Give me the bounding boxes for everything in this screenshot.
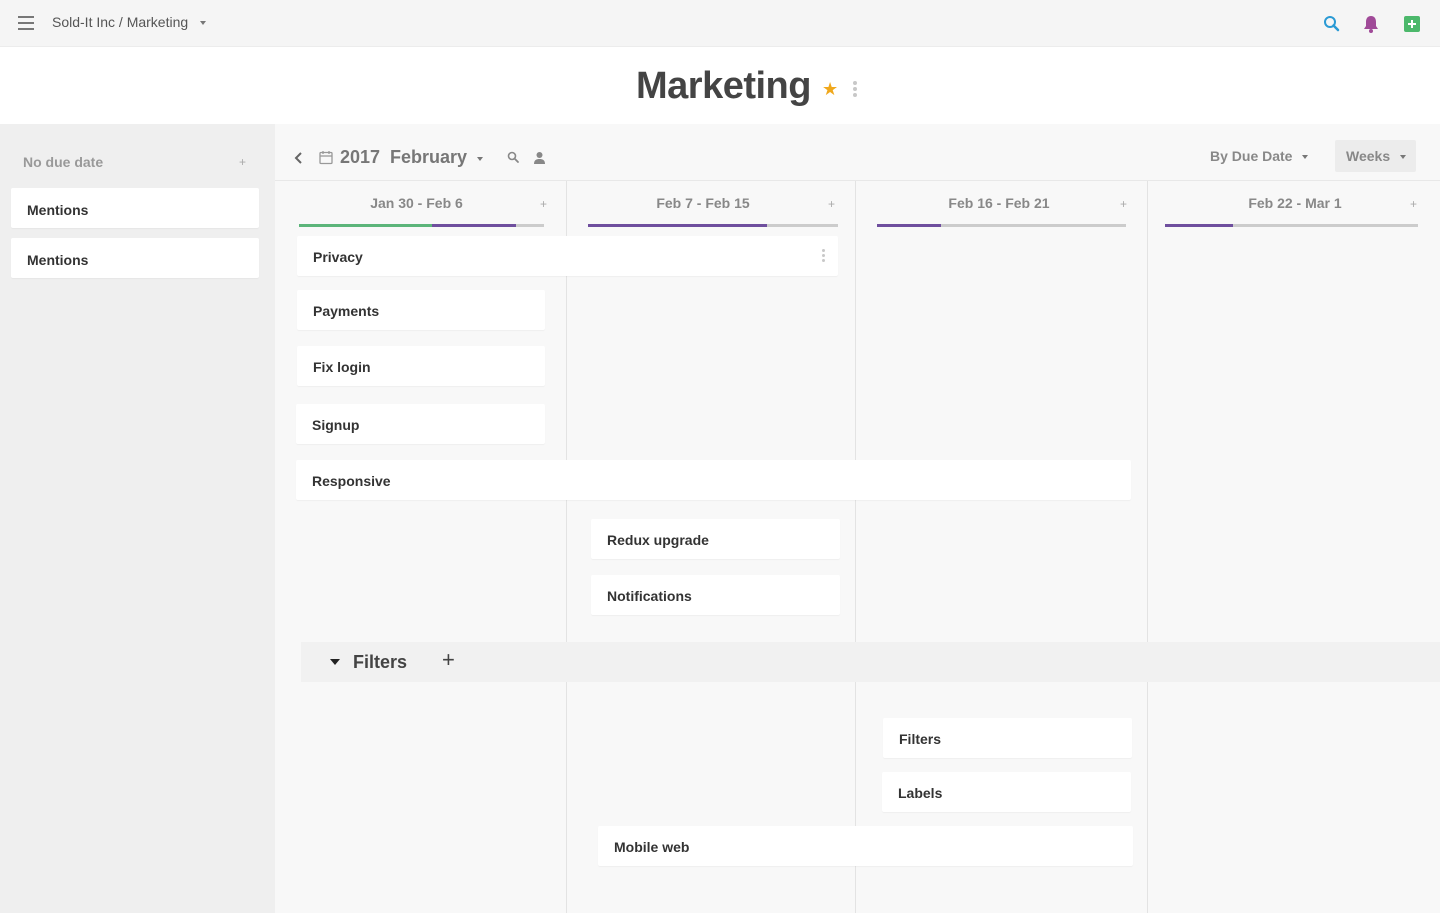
- more-options-icon[interactable]: [822, 249, 826, 265]
- add-card-icon[interactable]: +: [1120, 198, 1127, 210]
- top-bar: Sold-It Inc / Marketing: [0, 0, 1440, 47]
- search-icon[interactable]: [507, 151, 520, 164]
- progress-in-progress: [432, 224, 516, 227]
- progress-in-progress: [1165, 224, 1233, 227]
- chevron-down-icon[interactable]: [200, 21, 207, 25]
- calendar-board: 2017 February By Due Date Weeks Jan 30 -…: [275, 124, 1440, 913]
- progress-in-progress: [588, 224, 767, 227]
- page-title: Marketing: [636, 65, 811, 107]
- card-mentions[interactable]: Mentions: [11, 188, 259, 228]
- add-card-icon[interactable]: +: [1410, 198, 1417, 210]
- person-icon[interactable]: [533, 151, 546, 165]
- progress-bar: [588, 224, 838, 227]
- card-mentions[interactable]: Mentions: [11, 238, 259, 278]
- column-divider: [566, 181, 567, 913]
- column-title: Feb 16 - Feb 21: [948, 195, 1050, 211]
- progress-done: [299, 224, 432, 227]
- year-label[interactable]: 2017: [340, 147, 380, 168]
- chevron-down-icon[interactable]: [1302, 155, 1309, 159]
- bell-icon[interactable]: [1361, 14, 1381, 34]
- card-signup[interactable]: Signup: [296, 404, 545, 444]
- card-responsive[interactable]: Responsive: [296, 460, 1131, 500]
- card-mobile-web[interactable]: Mobile web: [598, 826, 1133, 866]
- add-no-due-date-icon[interactable]: +: [239, 156, 246, 168]
- month-select[interactable]: February: [390, 147, 484, 168]
- add-icon[interactable]: [1402, 14, 1422, 34]
- chevron-down-icon[interactable]: [1400, 155, 1407, 159]
- card-redux-upgrade[interactable]: Redux upgrade: [591, 519, 840, 559]
- column-divider: [855, 181, 856, 913]
- breadcrumb[interactable]: Sold-It Inc / Marketing: [52, 14, 207, 30]
- progress-in-progress: [877, 224, 941, 227]
- card-notifications[interactable]: Notifications: [591, 575, 840, 615]
- view-label[interactable]: Weeks: [1346, 148, 1390, 164]
- column-header-divider: [275, 180, 1440, 181]
- sort-select[interactable]: By Due Date: [1210, 148, 1309, 164]
- card-payments[interactable]: Payments: [297, 290, 545, 330]
- chevron-down-icon[interactable]: [477, 156, 484, 161]
- month-label[interactable]: February: [390, 147, 467, 168]
- no-due-date-sidebar: No due date + Mentions Mentions: [0, 124, 275, 913]
- column-title: Jan 30 - Feb 6: [370, 195, 463, 211]
- more-options-icon[interactable]: [853, 81, 859, 99]
- card-filters[interactable]: Filters: [883, 718, 1132, 758]
- star-icon[interactable]: ★: [822, 79, 838, 100]
- card-labels[interactable]: Labels: [882, 772, 1131, 812]
- breadcrumb-text[interactable]: Sold-It Inc / Marketing: [52, 14, 188, 30]
- filters-group-header: Filters +: [301, 642, 1440, 682]
- collapse-icon[interactable]: [330, 659, 340, 665]
- progress-bar: [299, 224, 544, 227]
- column-divider: [1147, 181, 1148, 913]
- sort-label[interactable]: By Due Date: [1210, 148, 1292, 164]
- card-privacy[interactable]: Privacy: [297, 236, 838, 276]
- card-fix-login[interactable]: Fix login: [297, 346, 545, 386]
- search-icon[interactable]: [1322, 14, 1342, 34]
- column-title: Feb 22 - Mar 1: [1248, 195, 1342, 211]
- progress-bar: [877, 224, 1126, 227]
- add-filter-icon[interactable]: +: [442, 647, 455, 673]
- calendar-icon: [319, 151, 333, 165]
- chevron-left-icon[interactable]: [293, 151, 303, 165]
- no-due-date-label: No due date: [23, 154, 104, 170]
- add-card-icon[interactable]: +: [540, 198, 547, 210]
- column-title: Feb 7 - Feb 15: [656, 195, 750, 211]
- page-header: Marketing ★: [0, 47, 1440, 124]
- progress-bar: [1165, 224, 1418, 227]
- menu-icon[interactable]: [18, 16, 36, 30]
- add-card-icon[interactable]: +: [828, 198, 835, 210]
- view-select[interactable]: Weeks: [1335, 140, 1416, 172]
- filters-group-title: Filters: [353, 652, 408, 672]
- card-title: Privacy: [313, 249, 363, 265]
